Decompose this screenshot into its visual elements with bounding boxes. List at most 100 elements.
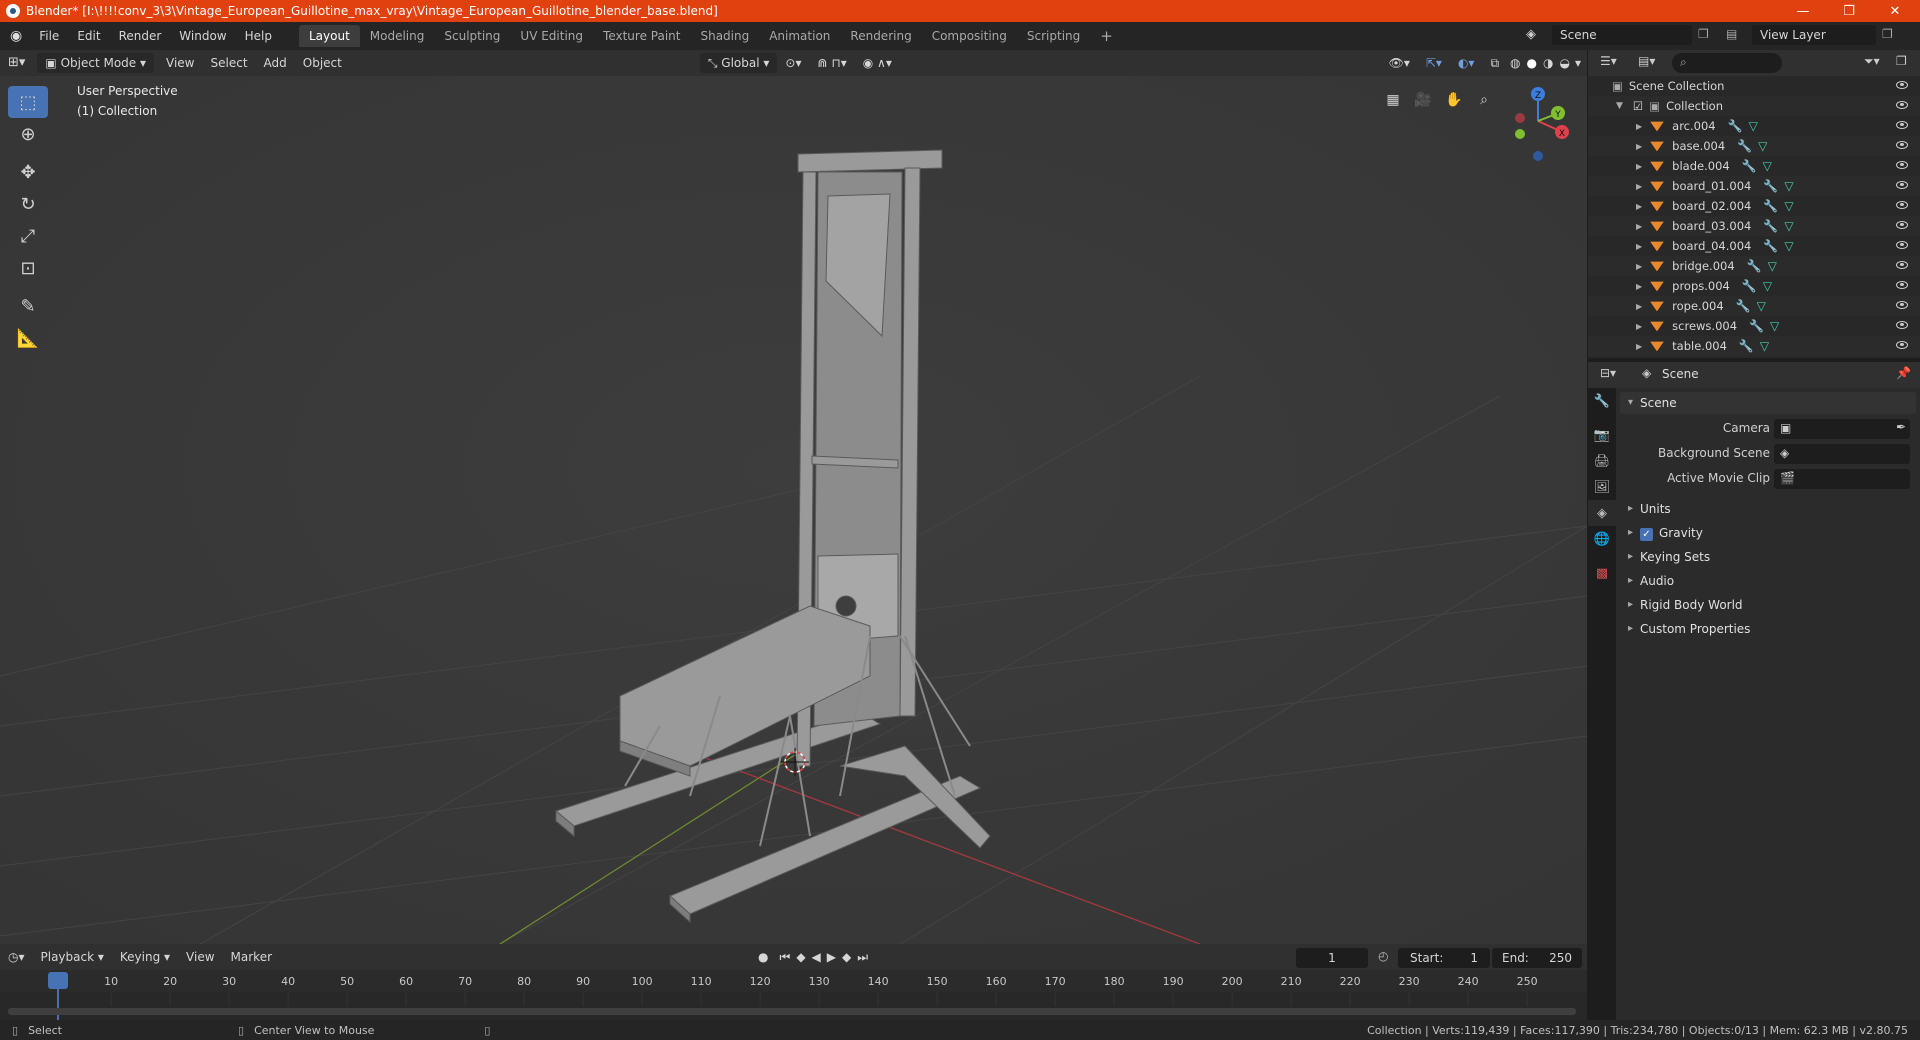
expand-arrow-icon[interactable]: ▶ (1636, 262, 1642, 271)
view-layer-tab-icon[interactable]: 🖼 (1588, 474, 1616, 500)
expand-arrow-icon[interactable]: ▶ (1636, 342, 1642, 351)
display-mode-icon[interactable]: ▤▾ (1638, 54, 1655, 68)
eye-icon[interactable] (1896, 101, 1908, 109)
menu-edit[interactable]: Edit (68, 25, 109, 47)
zoom-view-icon[interactable]: ⌕ (1470, 86, 1498, 114)
active-movie-clip-field[interactable]: 🎬 (1774, 469, 1910, 489)
expand-arrow-icon[interactable]: ▶ (1636, 242, 1642, 251)
tab-uv-editing[interactable]: UV Editing (510, 25, 593, 47)
outliner-object-row[interactable]: ▶ board_01.004 🔧 ▽ (1588, 176, 1920, 196)
menu-timeline-view[interactable]: View (178, 947, 222, 967)
outliner-object-row[interactable]: ▶ board_04.004 🔧 ▽ (1588, 236, 1920, 256)
modifier-wrench-icon[interactable]: 🔧 (1763, 239, 1778, 253)
output-tab-icon[interactable]: 🖨 (1588, 448, 1616, 474)
measure-tool-icon[interactable]: 📐 (8, 322, 48, 354)
pan-view-icon[interactable]: ✋ (1440, 86, 1468, 114)
pivot-point-icon[interactable]: ⊙▾ (777, 53, 809, 73)
scale-tool-icon[interactable]: ⤢ (8, 220, 48, 252)
visibility-icon[interactable]: 👁▾ (1381, 53, 1418, 73)
timeline-editor-type-icon[interactable]: ◷▾ (0, 947, 33, 967)
3d-viewport[interactable]: Z Y X ⬚ ⊕ ✥ ↻ ⤢ ⊡ ✎ 📐 User Perspective (… (0, 76, 1587, 944)
timeline-scrollbar[interactable] (8, 1008, 1576, 1015)
eye-icon[interactable] (1896, 81, 1908, 89)
eye-icon[interactable] (1896, 261, 1908, 269)
expand-arrow-icon[interactable]: ▶ (1636, 162, 1642, 171)
eye-icon[interactable] (1896, 181, 1908, 189)
clock-icon[interactable]: ◴ (1378, 949, 1388, 963)
transform-orientation-dropdown[interactable]: ⤡ Global ▾ (699, 53, 778, 73)
eye-icon[interactable] (1896, 301, 1908, 309)
minimize-button[interactable]: — (1780, 0, 1826, 22)
properties-editor-type-icon[interactable]: ⊟▾ (1600, 366, 1616, 380)
tool-tab-icon[interactable]: 🔧 (1588, 388, 1616, 414)
camera-view-icon[interactable]: 🎥 (1409, 86, 1437, 114)
outliner-object-row[interactable]: ▶ arc.004 🔧 ▽ (1588, 116, 1920, 136)
expand-arrow-icon[interactable]: ▶ (1636, 202, 1642, 211)
background-scene-field[interactable]: ◈ (1774, 444, 1910, 464)
menu-keying[interactable]: Keying ▾ (112, 947, 178, 967)
mesh-data-icon[interactable]: ▽ (1763, 279, 1772, 293)
timeline-ruler[interactable]: 1102030405060708090100110120130140150160… (0, 970, 1587, 1020)
mesh-data-icon[interactable]: ▽ (1784, 239, 1793, 253)
eye-icon[interactable] (1896, 241, 1908, 249)
prev-keyframe-icon[interactable]: ◆ (793, 947, 808, 967)
modifier-wrench-icon[interactable]: 🔧 (1763, 199, 1778, 213)
menu-window[interactable]: Window (170, 25, 235, 47)
outliner-object-row[interactable]: ▶ props.004 🔧 ▽ (1588, 276, 1920, 296)
filter-icon[interactable]: ⏷▾ (1864, 54, 1880, 69)
expand-arrow-icon[interactable]: ▶ (1636, 142, 1642, 151)
menu-playback[interactable]: Playback ▾ (33, 947, 112, 967)
eye-icon[interactable] (1896, 141, 1908, 149)
mesh-data-icon[interactable]: ▽ (1749, 119, 1758, 133)
outliner-object-row[interactable]: ▶ table.004 🔧 ▽ (1588, 336, 1920, 356)
maximize-button[interactable]: ❐ (1826, 0, 1872, 22)
scene-panel-header[interactable]: Scene (1620, 392, 1916, 414)
new-view-layer-icon[interactable]: ❐ (1882, 27, 1893, 41)
eye-icon[interactable] (1896, 281, 1908, 289)
editor-type-icon[interactable]: ⊞▾ (0, 53, 33, 73)
audio-panel-header[interactable]: Audio (1620, 570, 1916, 592)
end-frame-field[interactable]: End: 250 (1492, 948, 1582, 968)
wireframe-shading-icon[interactable]: ◍ (1507, 53, 1523, 73)
view-layer-icon[interactable]: ▤ (1726, 27, 1737, 41)
eyedropper-icon[interactable]: ✒ (1896, 420, 1906, 434)
modifier-wrench-icon[interactable]: 🔧 (1742, 279, 1757, 293)
blender-menu-icon[interactable]: ◉ (0, 25, 30, 47)
tab-layout[interactable]: Layout (298, 25, 360, 47)
menu-render[interactable]: Render (110, 25, 171, 47)
next-keyframe-icon[interactable]: ◆ (839, 947, 854, 967)
menu-add[interactable]: Add (256, 53, 295, 73)
outliner-object-row[interactable]: ▶ rope.004 🔧 ▽ (1588, 296, 1920, 316)
menu-marker[interactable]: Marker (223, 947, 280, 967)
record-icon[interactable]: ● (750, 947, 776, 967)
snap-icon[interactable]: ⋒ ⊓▾ (809, 53, 854, 73)
tab-animation[interactable]: Animation (759, 25, 840, 47)
toggle-grid-icon[interactable]: ▦ (1379, 86, 1407, 114)
checkbox-icon[interactable]: ☑ (1633, 99, 1643, 113)
new-collection-icon[interactable]: ❐ (1896, 54, 1907, 68)
expand-arrow-icon[interactable]: ▶ (1636, 302, 1642, 311)
proportional-edit-icon[interactable]: ◉ ∧▾ (855, 53, 900, 73)
mesh-data-icon[interactable]: ▽ (1757, 299, 1766, 313)
mesh-data-icon[interactable]: ▽ (1768, 259, 1777, 273)
mesh-data-icon[interactable]: ▽ (1770, 319, 1779, 333)
scene-selector[interactable]: Scene (1552, 25, 1692, 45)
playhead-marker[interactable] (48, 972, 68, 989)
tab-texture-paint[interactable]: Texture Paint (593, 25, 690, 47)
tab-rendering[interactable]: Rendering (840, 25, 921, 47)
rotate-tool-icon[interactable]: ↻ (8, 188, 48, 220)
custom-properties-panel-header[interactable]: Custom Properties (1620, 618, 1916, 640)
play-icon[interactable]: ▶ (824, 947, 839, 967)
jump-end-icon[interactable]: ⏭ (854, 947, 871, 967)
menu-help[interactable]: Help (236, 25, 281, 47)
expand-arrow-icon[interactable]: ▶ (1636, 282, 1642, 291)
tab-compositing[interactable]: Compositing (922, 25, 1017, 47)
shading-options-icon[interactable]: ▾ (1573, 53, 1587, 73)
mesh-data-icon[interactable]: ▽ (1763, 159, 1772, 173)
menu-view[interactable]: View (158, 53, 202, 73)
eye-icon[interactable] (1896, 221, 1908, 229)
outliner-object-row[interactable]: ▶ board_02.004 🔧 ▽ (1588, 196, 1920, 216)
expand-arrow-icon[interactable]: ▼ (1616, 101, 1623, 111)
tab-sculpting[interactable]: Sculpting (434, 25, 510, 47)
view-layer-selector[interactable]: View Layer (1752, 25, 1876, 45)
